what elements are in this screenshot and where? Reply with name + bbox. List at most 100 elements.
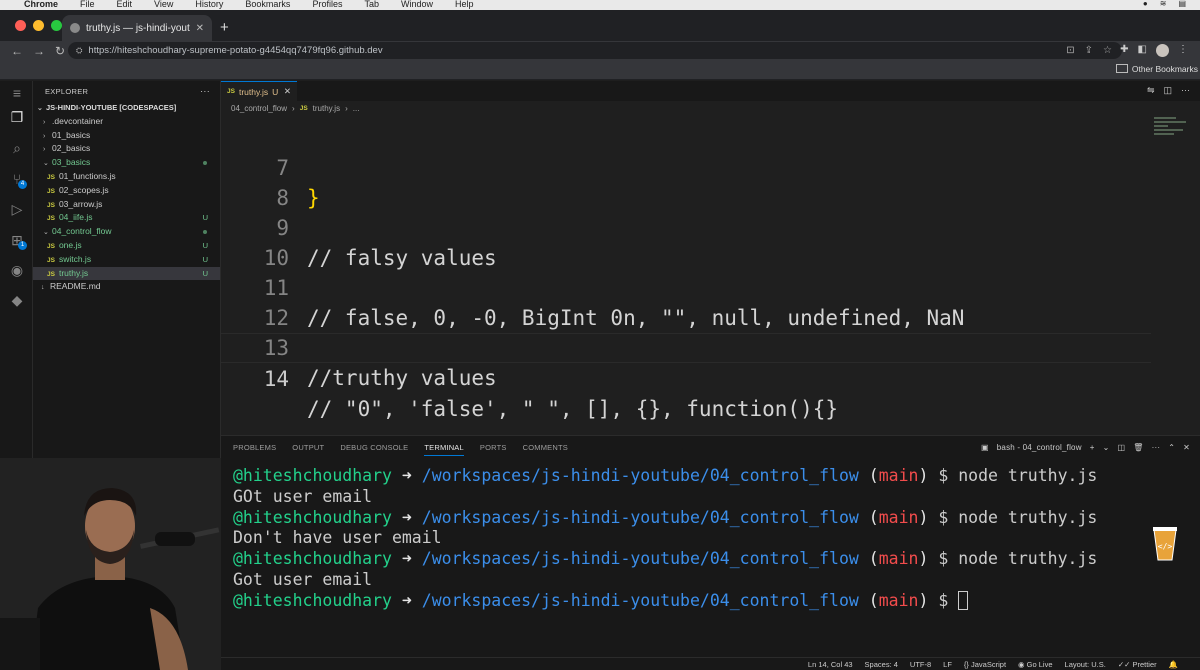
split-terminal-icon[interactable]: ◫: [1117, 443, 1125, 452]
install-app-icon[interactable]: ⊡: [1066, 45, 1074, 56]
tree-folder-04-control-flow[interactable]: ⌄ 04_control_flow: [33, 225, 220, 239]
address-bar[interactable]: ⛭ https://hiteshchoudhary-supreme-potato…: [68, 42, 1122, 59]
chrome-menu-icon[interactable]: ⋮: [1178, 44, 1188, 57]
url-text[interactable]: https://hiteshchoudhary-supreme-potato-g…: [88, 45, 382, 56]
breadcrumb-file[interactable]: truthy.js: [313, 104, 340, 113]
share-icon[interactable]: ⇪: [1085, 45, 1093, 56]
maximize-window-button[interactable]: [51, 20, 62, 31]
menu-help[interactable]: Help: [455, 0, 474, 9]
tree-file-switch[interactable]: JS switch.js U: [33, 253, 220, 267]
maximize-panel-icon[interactable]: ⌃: [1168, 443, 1175, 452]
tab-comments[interactable]: COMMENTS: [523, 443, 568, 452]
menu-profiles[interactable]: Profiles: [312, 0, 342, 9]
split-editor-icon[interactable]: ◫: [1163, 85, 1172, 96]
more-actions-icon[interactable]: ···: [200, 86, 220, 96]
menu-tab[interactable]: Tab: [364, 0, 379, 9]
control-center-icon[interactable]: ▤: [1178, 0, 1186, 8]
code-line: 8: [221, 153, 1151, 210]
cursor-position[interactable]: Ln 14, Col 43: [808, 660, 853, 669]
explorer-icon[interactable]: ❐: [9, 109, 25, 125]
menu-window[interactable]: Window: [401, 0, 433, 9]
menu-edit[interactable]: Edit: [117, 0, 133, 9]
go-live-button[interactable]: ◉ Go Live: [1018, 660, 1053, 669]
workspace-root[interactable]: ⌄ JS-HINDI-YOUTUBE [CODESPACES]: [33, 101, 220, 115]
side-panel-icon[interactable]: ◧: [1138, 44, 1147, 57]
tree-folder-03-basics[interactable]: ⌄ 03_basics: [33, 156, 220, 170]
menu-file[interactable]: File: [80, 0, 95, 9]
prettier-status[interactable]: ✓✓ Prettier: [1118, 660, 1157, 669]
notifications-icon[interactable]: 🔔: [1169, 660, 1178, 669]
close-tab-icon[interactable]: ✕: [196, 23, 204, 34]
extensions-icon[interactable]: ✚: [1120, 44, 1128, 57]
forward-icon[interactable]: →: [33, 44, 45, 58]
tree-file-one[interactable]: JS one.js U: [33, 239, 220, 253]
terminal-prompt-line: @hiteshchoudhary ➜ /workspaces/js-hindi-…: [233, 549, 1098, 569]
tab-ports[interactable]: PORTS: [480, 443, 507, 452]
menu-view[interactable]: View: [154, 0, 173, 9]
panel-more-icon[interactable]: ···: [1152, 443, 1161, 452]
tree-file-02-scopes[interactable]: JS 02_scopes.js: [33, 184, 220, 198]
menu-history[interactable]: History: [195, 0, 223, 9]
tree-folder-02-basics[interactable]: › 02_basics: [33, 142, 220, 156]
close-window-button[interactable]: [15, 20, 26, 31]
breadcrumb-separator-icon: ›: [292, 103, 295, 113]
terminal-output[interactable]: @hiteshchoudhary ➜ /workspaces/js-hindi-…: [233, 466, 1097, 612]
status-icon[interactable]: ●: [1143, 0, 1148, 8]
kill-terminal-icon[interactable]: 🗑: [1133, 443, 1143, 452]
tab-debug-console[interactable]: DEBUG CONSOLE: [340, 443, 408, 452]
file-encoding[interactable]: UTF-8: [910, 660, 931, 669]
keyboard-layout[interactable]: Layout: U.S.: [1065, 660, 1106, 669]
git-modified-dot: [203, 161, 207, 166]
tree-folder-01-basics[interactable]: › 01_basics: [33, 129, 220, 143]
tree-folder-devcontainer[interactable]: › .devcontainer: [33, 115, 220, 129]
terminal-name[interactable]: bash - 04_control_flow: [997, 443, 1082, 452]
language-mode[interactable]: {} JavaScript: [964, 660, 1006, 669]
run-debug-icon[interactable]: ▷: [9, 201, 25, 217]
bookmark-star-icon[interactable]: ☆: [1103, 45, 1112, 56]
breadcrumb-folder[interactable]: 04_control_flow: [231, 104, 287, 113]
reload-icon[interactable]: ↻: [55, 44, 66, 58]
tree-file-03-arrow[interactable]: JS 03_arrow.js: [33, 198, 220, 212]
tree-file-01-functions[interactable]: JS 01_functions.js: [33, 170, 220, 184]
editor-tab-truthy[interactable]: JS truthy.js U ✕: [221, 81, 297, 101]
prompt-arrow: ➜: [401, 590, 412, 610]
tab-problems[interactable]: PROBLEMS: [233, 443, 276, 452]
other-bookmarks-folder[interactable]: Other Bookmarks: [1116, 64, 1198, 74]
tab-output[interactable]: OUTPUT: [292, 443, 324, 452]
code-line: 12: [221, 273, 1151, 330]
browser-tab-active[interactable]: truthy.js — js-hindi-youtube [C... ✕: [62, 15, 212, 41]
tree-file-readme[interactable]: ↓ README.md: [33, 280, 220, 294]
close-editor-icon[interactable]: ✕: [284, 86, 291, 97]
tree-file-truthy[interactable]: JS truthy.js U: [33, 266, 220, 281]
js-file-icon: JS: [47, 270, 55, 278]
new-tab-button[interactable]: +: [220, 19, 229, 36]
file-tree: ⌄ JS-HINDI-YOUTUBE [CODESPACES] › .devcont…: [33, 101, 220, 294]
chevron-down-icon[interactable]: ⌄: [1103, 443, 1110, 452]
indentation[interactable]: Spaces: 4: [865, 660, 898, 669]
editor-more-icon[interactable]: ···: [1181, 85, 1190, 96]
terminal-cursor[interactable]: [958, 590, 969, 610]
search-icon[interactable]: ⌕: [9, 140, 25, 156]
close-panel-icon[interactable]: ✕: [1183, 443, 1190, 452]
breadcrumb-symbol[interactable]: ...: [353, 104, 360, 113]
back-icon[interactable]: ←: [11, 44, 23, 58]
terminal-command: node truthy.js: [958, 466, 1098, 485]
github-icon[interactable]: ◉: [9, 262, 25, 278]
svg-text:</>: </>: [1158, 542, 1173, 551]
menu-app-name[interactable]: Chrome: [24, 0, 58, 9]
menu-icon[interactable]: ≡: [9, 85, 25, 101]
wifi-icon[interactable]: ≋: [1160, 0, 1167, 8]
minimize-window-button[interactable]: [33, 20, 44, 31]
minimap[interactable]: [1154, 117, 1190, 141]
tree-file-04-iife[interactable]: JS 04_iife.js U: [33, 211, 220, 225]
docker-icon[interactable]: ◆: [9, 292, 25, 308]
prompt-dollar: $: [938, 590, 949, 610]
new-terminal-icon[interactable]: +: [1090, 443, 1095, 452]
tab-terminal[interactable]: TERMINAL: [424, 443, 464, 456]
site-info-icon[interactable]: ⛭: [76, 46, 82, 56]
code-editor[interactable]: 7 } 8 9 // falsy values 10 11 // false, …: [221, 124, 1200, 424]
menu-bookmarks[interactable]: Bookmarks: [245, 0, 290, 9]
line-ending[interactable]: LF: [943, 660, 952, 669]
compare-icon[interactable]: ⇋: [1147, 85, 1155, 96]
profile-avatar[interactable]: [1156, 44, 1169, 57]
